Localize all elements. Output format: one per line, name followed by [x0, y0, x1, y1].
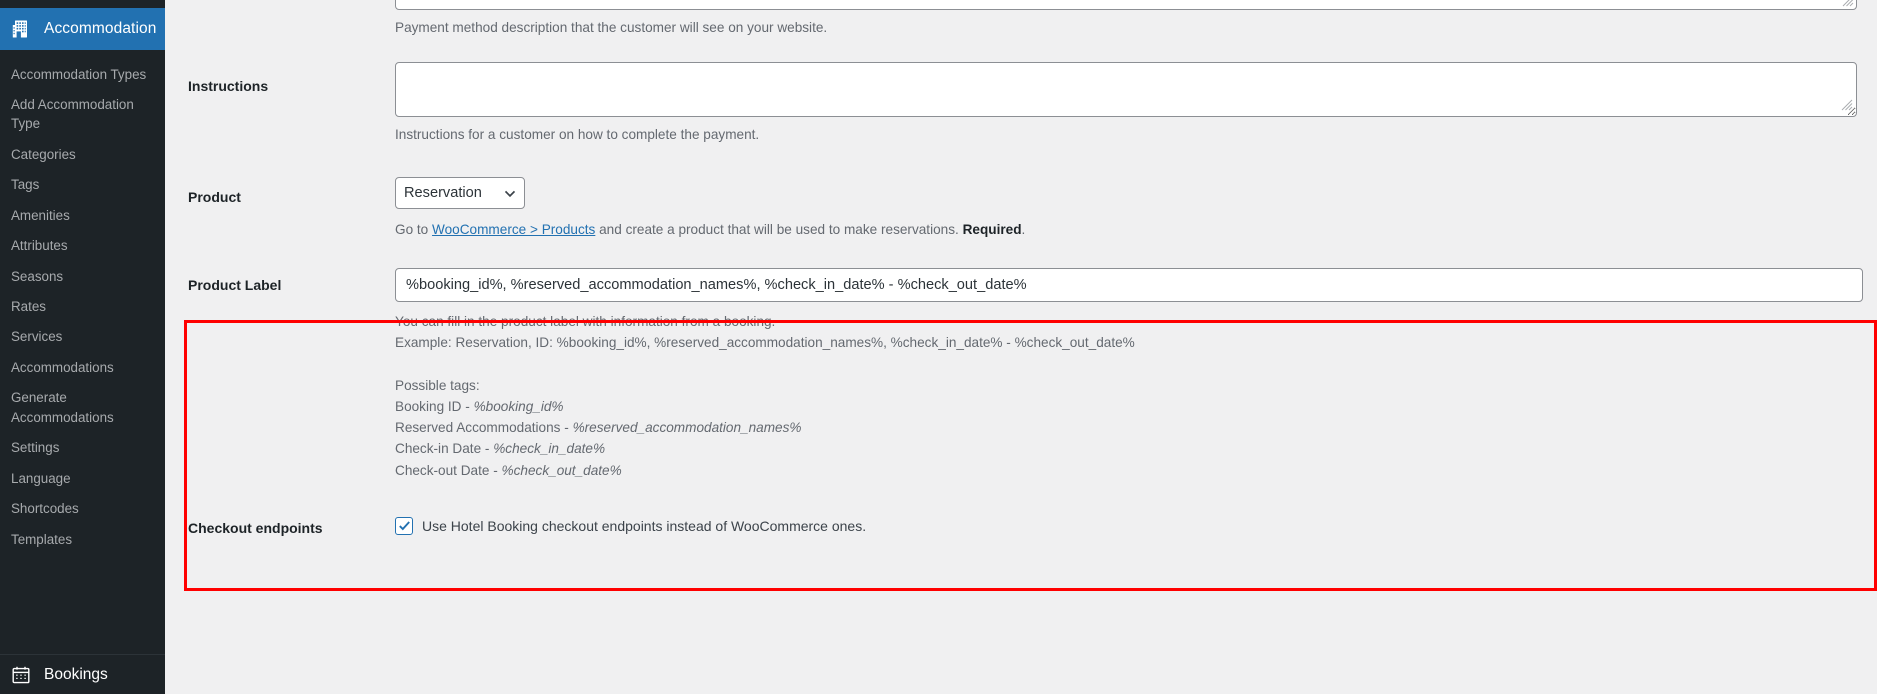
tag-name: Booking ID - [395, 399, 474, 415]
sidebar-item-categories[interactable]: Categories [0, 139, 165, 169]
sidebar-item-language[interactable]: Language [0, 463, 165, 493]
check-icon [399, 520, 410, 530]
product-label-tag-booking-id: Booking ID - %booking_id% [395, 396, 1863, 417]
product-help-required: Required [962, 222, 1022, 238]
sidebar-item-generate-accommodations[interactable]: Generate Accommodations [0, 383, 165, 433]
product-select-wrapper: Reservation [395, 177, 525, 210]
checkout-endpoints-row: Checkout endpoints Use Hotel Booking che… [165, 511, 1877, 557]
product-select[interactable]: Reservation [395, 177, 525, 210]
tag-token: %booking_id% [473, 399, 564, 415]
sidebar-item-services[interactable]: Services [0, 322, 165, 352]
product-label-field-label: Product Label [188, 277, 282, 294]
description-textarea[interactable] [395, 0, 1857, 10]
sidebar-item-templates[interactable]: Templates [0, 524, 165, 554]
checkout-endpoints-checkbox-label: Use Hotel Booking checkout endpoints ins… [422, 517, 867, 534]
checkout-endpoints-label: Checkout endpoints [188, 519, 323, 536]
settings-main-panel: Payment method description that the cust… [165, 0, 1877, 694]
sidebar-item-accommodation[interactable]: Accommodation [0, 8, 173, 50]
checkout-endpoints-checkbox-line: Use Hotel Booking checkout endpoints ins… [395, 516, 1867, 535]
admin-sidebar: Accommodation Accommodation Types Add Ac… [0, 0, 173, 694]
sidebar-item-attributes[interactable]: Attributes [0, 231, 165, 261]
sidebar-item-bookings[interactable]: Bookings [0, 654, 165, 694]
sidebar-item-seasons[interactable]: Seasons [0, 261, 165, 291]
tag-name: Check-out Date - [395, 462, 502, 478]
tag-token: %check_in_date% [493, 441, 606, 457]
description-label [165, 0, 395, 40]
tag-name: Check-in Date - [395, 441, 494, 457]
tag-name: Reserved Accommodations - [395, 420, 573, 436]
product-row: Product Reservation Go to WooCommerce > … [165, 177, 1877, 240]
payment-settings-form: Payment method description that the cust… [165, 0, 1877, 557]
product-label-tag-reserved-accommodations: Reserved Accommodations - %reserved_acco… [395, 417, 1863, 438]
product-label-tag-check-in-date: Check-in Date - %check_in_date% [395, 438, 1863, 459]
building-icon [11, 19, 31, 39]
woocommerce-products-link[interactable]: WooCommerce > Products [432, 222, 595, 237]
tag-token: %reserved_accommodation_names% [572, 420, 802, 436]
sidebar-item-label: Bookings [44, 665, 108, 683]
sidebar-item-accommodation-types[interactable]: Accommodation Types [0, 59, 165, 89]
calendar-icon [11, 665, 31, 685]
product-help-prefix: Go to [395, 222, 433, 238]
instructions-help-text: Instructions for a customer on how to co… [395, 127, 760, 142]
description-textarea-clip [395, 0, 1867, 10]
product-label-help-line-1: You can fill in the product label with i… [395, 314, 776, 330]
product-label-input[interactable] [395, 268, 1863, 303]
instructions-textarea[interactable] [395, 62, 1857, 117]
sidebar-item-settings[interactable]: Settings [0, 433, 165, 463]
product-label-help-line-2: Example: Reservation, ID: %booking_id%, … [395, 335, 1135, 351]
checkout-endpoints-checkbox[interactable] [395, 516, 413, 535]
instructions-label: Instructions [188, 78, 269, 94]
product-label: Product [188, 189, 241, 206]
description-row: Payment method description that the cust… [165, 0, 1877, 40]
sidebar-item-rates[interactable]: Rates [0, 292, 165, 322]
resize-grip-icon[interactable] [1840, 0, 1854, 7]
sidebar-submenu: Accommodation Types Add Accommodation Ty… [0, 50, 165, 564]
sidebar-item-amenities[interactable]: Amenities [0, 200, 165, 230]
description-help-text: Payment method description that the cust… [395, 20, 828, 35]
product-help-text: Go to WooCommerce > Products and create … [395, 219, 1867, 240]
product-help-suffix: . [1021, 222, 1026, 238]
instructions-row: Instructions Instructions for a customer… [165, 62, 1877, 145]
sidebar-item-accommodations[interactable]: Accommodations [0, 352, 165, 382]
tag-token: %check_out_date% [501, 462, 622, 478]
product-label-tag-check-out-date: Check-out Date - %check_out_date% [395, 460, 1863, 481]
product-label-tags-heading: Possible tags: [395, 378, 480, 394]
sidebar-item-label: Accommodation [44, 20, 157, 37]
admin-screen: Accommodation Accommodation Types Add Ac… [0, 0, 1877, 694]
product-label-row: Product Label You can fill in the produc… [165, 268, 1877, 480]
sidebar-item-shortcodes[interactable]: Shortcodes [0, 494, 165, 524]
sidebar-item-add-accommodation-type[interactable]: Add Accommodation Type [0, 89, 165, 139]
sidebar-item-tags[interactable]: Tags [0, 170, 165, 200]
product-help-middle: and create a product that will be used t… [595, 222, 963, 238]
